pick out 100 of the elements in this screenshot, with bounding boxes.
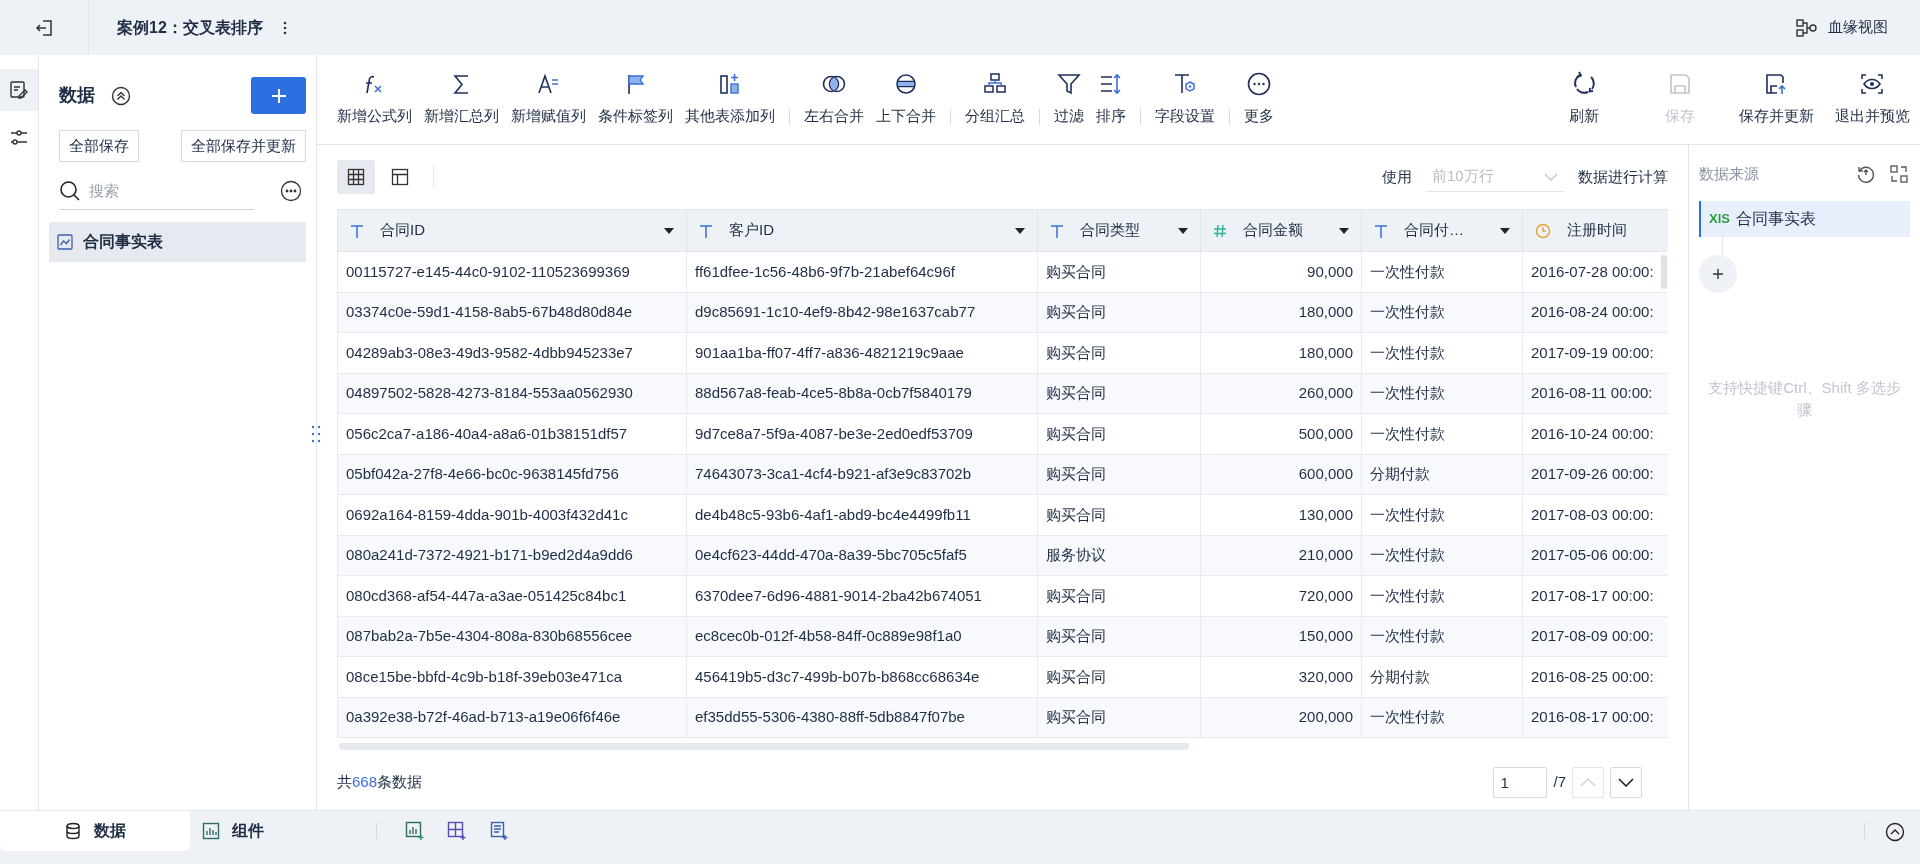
grid-icon bbox=[347, 168, 365, 186]
toolbar-button[interactable]: 保存并更新 bbox=[1728, 71, 1824, 128]
text-type-icon bbox=[1374, 223, 1388, 238]
table-cell: 180,000 bbox=[1200, 292, 1362, 333]
table-cell: 0a392e38-b72f-46ad-b713-a19e06f6f46e bbox=[337, 697, 687, 738]
chart-file-icon bbox=[57, 234, 73, 250]
clock-icon bbox=[1535, 222, 1551, 239]
table-cell: 购买合同 bbox=[1037, 494, 1201, 535]
toolbar-button[interactable]: 过滤 bbox=[1048, 71, 1090, 128]
collapse-icon[interactable] bbox=[1885, 822, 1905, 842]
table-cell: 08ce15be-bbfd-4c9b-b18f-39eb03e471ca bbox=[337, 656, 687, 697]
component-icon bbox=[202, 822, 220, 840]
column-header[interactable]: 合同付… bbox=[1361, 209, 1523, 252]
horizontal-scrollbar[interactable] bbox=[339, 743, 1189, 750]
sort-caret-icon[interactable] bbox=[1500, 227, 1510, 234]
step-item[interactable]: XlS 合同事实表 bbox=[1699, 201, 1910, 237]
toolbar-button[interactable]: 左右合并 bbox=[798, 71, 870, 128]
search-field[interactable]: 搜索 bbox=[59, 172, 254, 210]
table-cell: 一次性付款 bbox=[1361, 575, 1523, 616]
swap-icon[interactable] bbox=[1890, 165, 1908, 183]
table-cell: d9c85691-1c10-4ef9-8b42-98e1637cab77 bbox=[686, 292, 1038, 333]
toolbar-button[interactable]: 其他表添加列 bbox=[679, 71, 781, 128]
layout-icon bbox=[391, 168, 409, 186]
table-cell: 080cd368-af54-447a-a3ae-051425c84bc1 bbox=[337, 575, 687, 616]
table-cell: 一次性付款 bbox=[1361, 292, 1523, 333]
table-cell: 180,000 bbox=[1200, 332, 1362, 373]
table-cell: 分期付款 bbox=[1361, 656, 1523, 697]
panel-title: 数据来源 bbox=[1699, 163, 1759, 184]
toolbar-button[interactable]: 分组汇总 bbox=[959, 71, 1031, 128]
database-icon bbox=[64, 822, 82, 840]
toolbar-button[interactable]: 退出并预览 bbox=[1824, 71, 1920, 128]
table-cell: 04897502-5828-4273-8184-553aa0562930 bbox=[337, 373, 687, 414]
table-cell: 901aa1ba-ff07-4ff7-a836-4821219c9aae bbox=[686, 332, 1038, 373]
add-layout-icon[interactable] bbox=[447, 821, 467, 841]
sort-caret-icon[interactable] bbox=[1015, 227, 1025, 234]
toolbar-button[interactable]: 字段设置 bbox=[1149, 71, 1221, 128]
next-page-button[interactable] bbox=[1610, 766, 1642, 798]
collapse-icon[interactable] bbox=[111, 85, 131, 106]
toolbar-button[interactable]: 排序 bbox=[1090, 71, 1132, 128]
toolbar-button[interactable]: 刷新 bbox=[1536, 71, 1632, 128]
add-chart-icon[interactable] bbox=[405, 821, 425, 841]
use-label: 使用 bbox=[1382, 166, 1412, 187]
table-cell: 9d7ce8a7-5f9a-4087-be3e-2ed0edf53709 bbox=[686, 413, 1038, 454]
exit-icon[interactable] bbox=[34, 17, 54, 38]
table-cell: 74643073-3ca1-4cf4-b921-af3e9c83702b bbox=[686, 454, 1038, 495]
save-all-button[interactable]: 全部保存 bbox=[59, 130, 139, 162]
sort-caret-icon[interactable] bbox=[1339, 227, 1349, 234]
table-list-item[interactable]: 合同事实表 bbox=[49, 222, 306, 262]
add-text-icon[interactable] bbox=[489, 821, 509, 841]
toolbar-button[interactable]: 新增汇总列 bbox=[418, 71, 505, 128]
shortcut-hint: 支持快捷键Ctrl、Shift 多选步骤 bbox=[1707, 378, 1902, 420]
toolbar-button[interactable]: 更多 bbox=[1238, 71, 1280, 128]
table-cell: 购买合同 bbox=[1037, 373, 1201, 414]
column-header[interactable]: 客户ID bbox=[686, 209, 1038, 252]
table-cell: 080a241d-7372-4921-b171-b9ed2d4a9dd6 bbox=[337, 535, 687, 576]
column-header[interactable]: 合同ID bbox=[337, 209, 687, 252]
column-header[interactable]: 合同类型 bbox=[1037, 209, 1201, 252]
toolbar-button[interactable]: 新增公式列 bbox=[331, 71, 418, 128]
lineage-icon bbox=[1796, 18, 1818, 37]
page-input[interactable]: 1 bbox=[1493, 766, 1548, 798]
add-step-button[interactable] bbox=[1699, 255, 1737, 293]
bottom-tab[interactable]: 数据 bbox=[0, 811, 190, 851]
view-toggle-button[interactable] bbox=[337, 160, 375, 194]
table-cell: 购买合同 bbox=[1037, 251, 1201, 292]
history-icon[interactable] bbox=[1856, 164, 1876, 184]
more-icon[interactable] bbox=[280, 180, 302, 202]
drag-handle-icon[interactable] bbox=[311, 425, 321, 443]
total-count-text: 共668条数据 bbox=[337, 771, 423, 792]
toolbar-button[interactable]: 新增赋值列 bbox=[505, 71, 592, 128]
save-all-update-button[interactable]: 全部保存并更新 bbox=[181, 130, 306, 162]
toolbar-button[interactable]: 条件标签列 bbox=[592, 71, 679, 128]
table-cell: 05bf042a-27f8-4e66-bc0c-9638145fd756 bbox=[337, 454, 687, 495]
text-type-icon bbox=[699, 223, 713, 238]
vertical-scrollbar[interactable] bbox=[1661, 255, 1667, 289]
search-icon bbox=[59, 180, 81, 202]
more-icon[interactable] bbox=[282, 20, 287, 35]
rail-tab[interactable] bbox=[0, 69, 38, 111]
table-cell: 210,000 bbox=[1200, 535, 1362, 576]
add-button[interactable] bbox=[251, 77, 306, 114]
table-cell: 购买合同 bbox=[1037, 575, 1201, 616]
table-cell: ec8cec0b-012f-4b58-84ff-0c889e98f1a0 bbox=[686, 616, 1038, 657]
table-cell: 056c2ca7-a186-40a4-a8a6-01b38151df57 bbox=[337, 413, 687, 454]
more-icon bbox=[1246, 71, 1272, 98]
sort-caret-icon[interactable] bbox=[664, 227, 674, 234]
table-cell: 购买合同 bbox=[1037, 454, 1201, 495]
lineage-view-button[interactable]: 血缘视图 bbox=[1796, 16, 1888, 39]
table-cell: 购买合同 bbox=[1037, 616, 1201, 657]
plus-icon bbox=[1712, 268, 1724, 280]
column-header[interactable]: 合同金额 bbox=[1200, 209, 1362, 252]
toolbar-button[interactable]: 上下合并 bbox=[870, 71, 942, 128]
number-type-icon bbox=[1213, 223, 1227, 238]
table-cell: 03374c0e-59d1-4158-8ab5-67b48d80d84e bbox=[337, 292, 687, 333]
table-cell: 一次性付款 bbox=[1361, 332, 1523, 373]
bottom-tab[interactable]: 组件 bbox=[190, 811, 276, 851]
table-cell: 087bab2a-7b5e-4304-808a-830b68556cee bbox=[337, 616, 687, 657]
table-cell: 720,000 bbox=[1200, 575, 1362, 616]
plus-icon bbox=[270, 87, 287, 104]
report-title: 案例12：交叉表排序 bbox=[117, 17, 263, 38]
table-cell: 分期付款 bbox=[1361, 454, 1523, 495]
sort-caret-icon[interactable] bbox=[1178, 227, 1188, 234]
